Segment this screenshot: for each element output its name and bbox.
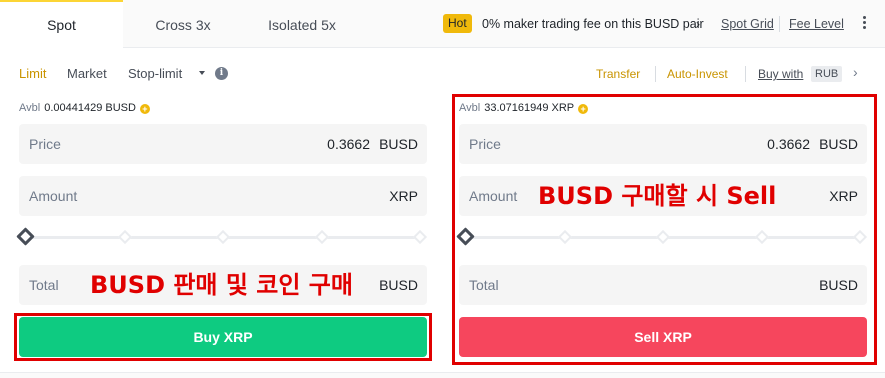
- price-unit: BUSD: [819, 136, 858, 152]
- spot-grid-link[interactable]: Spot Grid: [721, 16, 774, 32]
- divider: [655, 66, 656, 82]
- amount-unit: XRP: [389, 188, 418, 204]
- sell-total-input[interactable]: Total BUSD: [459, 265, 867, 305]
- trade-mode-tabbar: Spot Cross 3x Isolated 5x Hot 0% maker t…: [0, 0, 885, 49]
- sell-price-input[interactable]: Price 0.3662 BUSD: [459, 124, 867, 164]
- slider-step-25[interactable]: [117, 229, 133, 245]
- bottom-divider: [0, 372, 885, 378]
- buy-available-balance: Avbl 0.00441429 BUSD +: [19, 101, 150, 115]
- slider-thumb[interactable]: [16, 227, 35, 246]
- currency-badge[interactable]: RUB: [811, 66, 843, 82]
- caret-down-icon[interactable]: [199, 71, 205, 75]
- price-value[interactable]: 0.3662: [767, 136, 810, 152]
- buy-amount-input[interactable]: Amount XRP: [19, 176, 427, 216]
- avbl-value: 0.00441429 BUSD: [44, 102, 136, 114]
- amount-unit: XRP: [829, 188, 858, 204]
- transfer-link[interactable]: Transfer: [596, 67, 640, 81]
- slider-thumb[interactable]: [456, 227, 475, 246]
- total-unit: BUSD: [819, 277, 858, 293]
- buy-with-link[interactable]: Buy with: [758, 67, 803, 81]
- total-label: Total: [29, 277, 59, 293]
- avbl-value: 33.07161949 XRP: [484, 102, 575, 114]
- chevron-right-icon[interactable]: ›: [696, 16, 700, 32]
- more-options-icon[interactable]: [858, 14, 870, 34]
- buy-button[interactable]: Buy XRP: [19, 317, 427, 357]
- total-label: Total: [469, 277, 499, 293]
- buy-price-input[interactable]: Price 0.3662 BUSD: [19, 124, 427, 164]
- buy-annotation: BUSD 판매 및 코인 구매: [90, 271, 353, 299]
- avbl-label: Avbl: [459, 102, 481, 114]
- tab-isolated-margin[interactable]: Isolated 5x: [246, 0, 358, 48]
- order-type-limit[interactable]: Limit: [19, 66, 46, 82]
- hot-badge: Hot: [443, 14, 472, 33]
- sell-button[interactable]: Sell XRP: [459, 317, 867, 357]
- sell-available-balance: Avbl 33.07161949 XRP +: [459, 101, 589, 115]
- divider: [745, 66, 746, 82]
- tab-cross-margin[interactable]: Cross 3x: [124, 0, 242, 48]
- amount-label: Amount: [469, 188, 518, 204]
- tab-spot[interactable]: Spot: [0, 0, 123, 49]
- order-type-stop-limit[interactable]: Stop-limit: [128, 66, 182, 82]
- sell-percent-slider[interactable]: [456, 227, 868, 247]
- slider-step-100[interactable]: [412, 229, 428, 245]
- deposit-plus-icon[interactable]: +: [139, 104, 150, 114]
- sell-annotation: BUSD 구매할 시 Sell: [538, 182, 777, 210]
- auto-invest-link[interactable]: Auto-Invest: [667, 67, 728, 81]
- slider-step-50[interactable]: [655, 229, 671, 245]
- slider-step-75[interactable]: [754, 229, 770, 245]
- avbl-label: Avbl: [19, 102, 41, 114]
- order-type-market[interactable]: Market: [67, 66, 107, 82]
- price-value[interactable]: 0.3662: [327, 136, 370, 152]
- amount-label: Amount: [29, 188, 78, 204]
- total-unit: BUSD: [379, 277, 418, 293]
- chevron-right-icon[interactable]: ›: [853, 64, 858, 80]
- promo-text[interactable]: 0% maker trading fee on this BUSD pair: [482, 16, 704, 32]
- slider-step-100[interactable]: [852, 229, 868, 245]
- slider-step-50[interactable]: [215, 229, 231, 245]
- info-icon[interactable]: i: [215, 67, 228, 80]
- price-label: Price: [29, 136, 61, 152]
- slider-step-25[interactable]: [557, 229, 573, 245]
- price-unit: BUSD: [379, 136, 418, 152]
- slider-step-75[interactable]: [314, 229, 330, 245]
- deposit-plus-icon[interactable]: +: [578, 104, 589, 114]
- price-label: Price: [469, 136, 501, 152]
- divider: [779, 16, 780, 32]
- fee-level-link[interactable]: Fee Level: [789, 16, 844, 32]
- buy-percent-slider[interactable]: [16, 227, 428, 247]
